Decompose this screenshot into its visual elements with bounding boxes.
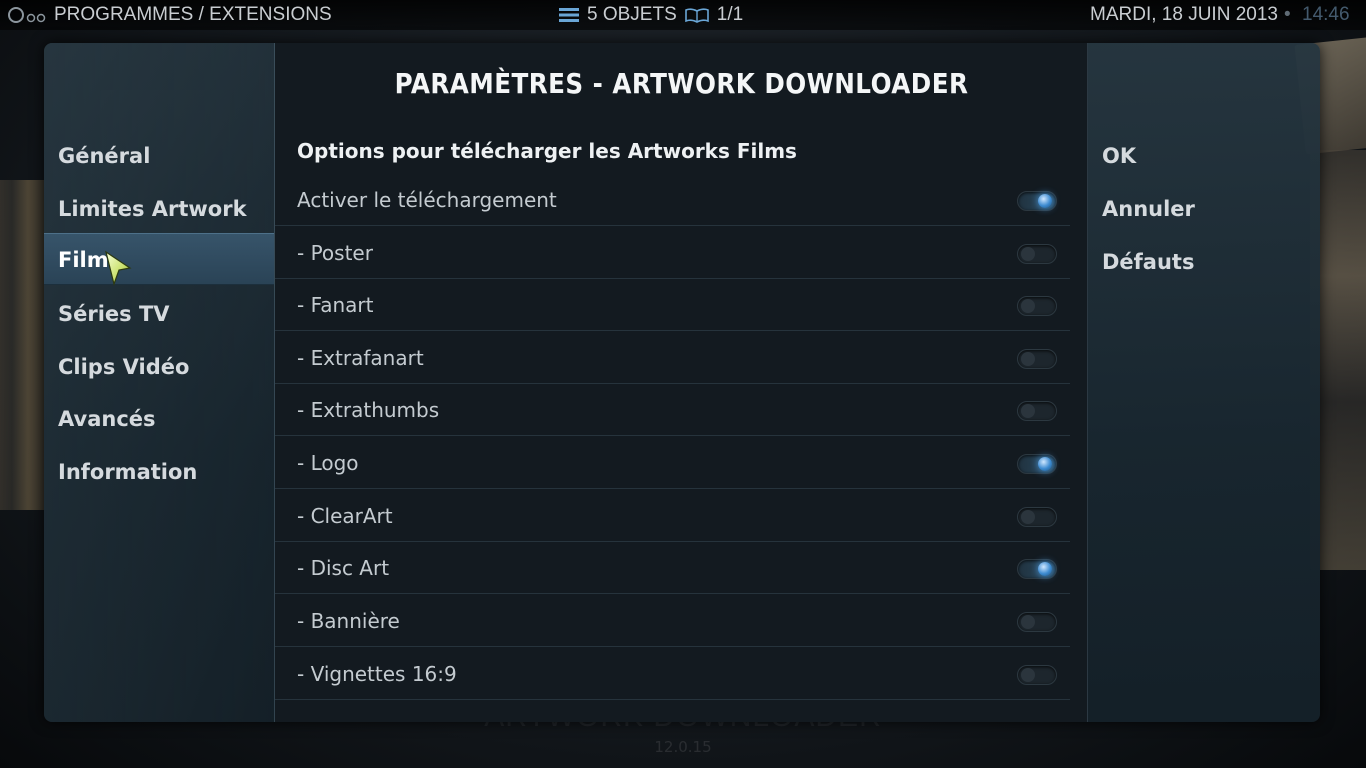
toggle-switch[interactable] xyxy=(1017,349,1057,369)
toggle-switch[interactable] xyxy=(1017,454,1057,474)
toggle-switch[interactable] xyxy=(1017,191,1057,211)
toggle-switch[interactable] xyxy=(1017,559,1057,579)
setting-label: - Poster xyxy=(297,241,373,265)
setting-label: - Bannière xyxy=(297,609,400,633)
items-count: 5 OBJETS xyxy=(587,4,677,25)
toggle-switch[interactable] xyxy=(1017,296,1057,316)
date-display: MARDI, 18 JUIN 2013 xyxy=(1090,4,1278,25)
page-indicator: 1/1 xyxy=(716,4,744,25)
toggle-switch[interactable] xyxy=(1017,612,1057,632)
category-tv-series[interactable]: Séries TV xyxy=(44,288,274,340)
toggle-switch[interactable] xyxy=(1017,244,1057,264)
top-bar: PROGRAMMES / EXTENSIONS 5 OBJETS 1/1 MAR… xyxy=(0,0,1366,30)
toggle-knob xyxy=(1021,510,1035,524)
toggle-switch[interactable] xyxy=(1017,665,1057,685)
toggle-knob xyxy=(1038,457,1052,471)
setting-label: - ClearArt xyxy=(297,504,393,528)
setting-row-banner[interactable]: - Bannière xyxy=(275,595,1070,647)
setting-label: - Extrafanart xyxy=(297,346,424,370)
category-music-videos[interactable]: Clips Vidéo xyxy=(44,341,274,393)
setting-row-enable-download[interactable]: Activer le téléchargement xyxy=(275,174,1070,226)
setting-row-logo[interactable]: - Logo xyxy=(275,437,1070,489)
settings-dialog: Général Limites Artwork Film Séries TV C… xyxy=(44,43,1320,722)
setting-label: - Disc Art xyxy=(297,556,390,580)
separator-dot: • xyxy=(1284,4,1291,25)
kodi-logo-icon xyxy=(8,7,46,23)
category-general[interactable]: Général xyxy=(44,130,274,182)
toggle-knob xyxy=(1021,299,1035,313)
category-advanced[interactable]: Avancés xyxy=(44,393,274,445)
setting-row-poster[interactable]: - Poster xyxy=(275,227,1070,279)
setting-label: - Vignettes 16:9 xyxy=(297,662,457,686)
toggle-knob xyxy=(1021,615,1035,629)
setting-row-fanart[interactable]: - Fanart xyxy=(275,279,1070,331)
toggle-knob xyxy=(1021,404,1035,418)
category-artwork-limits[interactable]: Limites Artwork xyxy=(44,183,274,235)
toggle-switch[interactable] xyxy=(1017,507,1057,527)
list-icon xyxy=(559,8,579,22)
toggle-knob xyxy=(1021,668,1035,682)
category-list: Général Limites Artwork Film Séries TV C… xyxy=(44,43,275,722)
setting-row-extrathumbs[interactable]: - Extrathumbs xyxy=(275,384,1070,436)
setting-row-disc-art[interactable]: - Disc Art xyxy=(275,542,1070,594)
toggle-knob xyxy=(1021,352,1035,366)
category-film[interactable]: Film xyxy=(44,233,274,285)
items-info: 5 OBJETS 1/1 xyxy=(559,4,743,26)
background-addon-version: 12.0.15 xyxy=(654,738,712,756)
cancel-button[interactable]: Annuler xyxy=(1102,183,1312,235)
toggle-knob xyxy=(1038,562,1052,576)
toggle-switch[interactable] xyxy=(1017,401,1057,421)
setting-label: - Extrathumbs xyxy=(297,398,440,422)
setting-row-clearart[interactable]: - ClearArt xyxy=(275,490,1070,542)
toggle-knob xyxy=(1021,247,1035,261)
setting-row-thumbs-16-9[interactable]: - Vignettes 16:9 xyxy=(275,648,1070,700)
setting-label: - Fanart xyxy=(297,293,374,317)
action-buttons: OK Annuler Défauts xyxy=(1088,43,1320,722)
settings-panel: PARAMÈTRES - ARTWORK DOWNLOADER Options … xyxy=(275,43,1088,722)
setting-row-extrafanart[interactable]: - Extrafanart xyxy=(275,332,1070,384)
clock-display: 14:46 xyxy=(1302,4,1350,25)
setting-label: Activer le téléchargement xyxy=(297,188,557,212)
mouse-pointer-icon xyxy=(105,250,132,287)
toggle-knob xyxy=(1038,194,1052,208)
category-information[interactable]: Information xyxy=(44,446,274,498)
defaults-button[interactable]: Défauts xyxy=(1102,236,1312,288)
breadcrumb: PROGRAMMES / EXTENSIONS xyxy=(54,4,332,25)
book-icon xyxy=(684,8,709,23)
ok-button[interactable]: OK xyxy=(1102,130,1312,182)
dialog-title: PARAMÈTRES - ARTWORK DOWNLOADER xyxy=(394,67,969,100)
section-header: Options pour télécharger les Artworks Fi… xyxy=(297,139,797,163)
setting-label: - Logo xyxy=(297,451,359,475)
